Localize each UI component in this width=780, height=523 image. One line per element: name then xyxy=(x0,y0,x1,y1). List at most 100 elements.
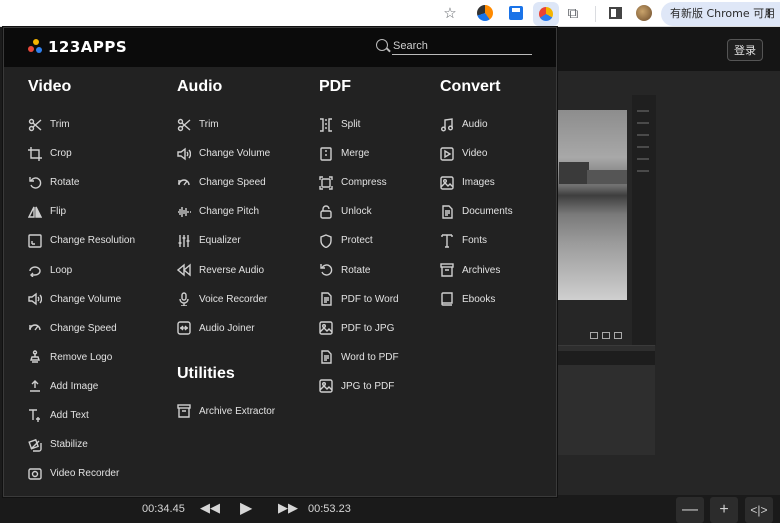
playback-bar xyxy=(0,495,780,523)
video-item-change-resolution[interactable]: Change Resolution xyxy=(28,226,135,255)
video-item-add-text[interactable]: Add Text xyxy=(28,401,135,430)
active-extension-icon[interactable] xyxy=(533,2,559,26)
convert-item-audio[interactable]: Audio xyxy=(440,110,513,139)
menu-item-label: Stabilize xyxy=(50,439,88,451)
caption-control-icon[interactable] xyxy=(602,332,610,339)
menu-item-label: Voice Recorder xyxy=(199,293,268,305)
utilities-title: Utilities xyxy=(177,364,235,382)
convert-item-video[interactable]: Video xyxy=(440,139,513,168)
book-icon xyxy=(440,292,454,306)
video-item-crop[interactable]: Crop xyxy=(28,139,135,168)
document-icon xyxy=(440,205,454,219)
video-item-trim[interactable]: Trim xyxy=(28,110,135,139)
pdf-item-unlock[interactable]: Unlock xyxy=(319,197,399,226)
save-extension-icon[interactable] xyxy=(506,3,526,23)
puzzle-icon[interactable]: ⧉ xyxy=(563,3,583,23)
menu-item-label: Trim xyxy=(50,119,70,131)
crop-control-icon[interactable] xyxy=(590,332,598,339)
menu-item-label: Audio Joiner xyxy=(199,322,255,334)
video-item-loop[interactable]: Loop xyxy=(28,255,135,284)
menu-item-label: Word to PDF xyxy=(341,351,399,363)
more-menu-icon[interactable]: ⋮ xyxy=(763,2,774,26)
video-item-rotate[interactable]: Rotate xyxy=(28,168,135,197)
menu-item-label: Ebooks xyxy=(462,293,496,305)
fast-forward-icon[interactable]: ▶▶ xyxy=(278,500,298,516)
audio-item-change-speed[interactable]: Change Speed xyxy=(177,168,275,197)
stamp-icon xyxy=(28,350,42,364)
audio-item-audio-joiner[interactable]: Audio Joiner xyxy=(177,314,275,343)
audio-item-reverse-audio[interactable]: Reverse Audio xyxy=(177,255,275,284)
pdf-item-protect[interactable]: Protect xyxy=(319,226,399,255)
convert-item-documents[interactable]: Documents xyxy=(440,197,513,226)
pdf-item-rotate[interactable]: Rotate xyxy=(319,255,399,284)
audio-item-equalizer[interactable]: Equalizer xyxy=(177,226,275,255)
video-item-remove-logo[interactable]: Remove Logo xyxy=(28,343,135,372)
audio-item-change-pitch[interactable]: Change Pitch xyxy=(177,197,275,226)
play-icon[interactable]: ▶ xyxy=(240,498,252,518)
video-item-change-volume[interactable]: Change Volume xyxy=(28,285,135,314)
fullscreen-icon[interactable] xyxy=(614,332,622,339)
video-preview[interactable] xyxy=(557,110,627,300)
side-panel-lines xyxy=(637,100,653,182)
microphone-icon xyxy=(177,292,191,307)
profile-avatar[interactable] xyxy=(634,3,654,23)
pdf-item-pdf-to-jpg[interactable]: PDF to JPG xyxy=(319,314,399,343)
utilities-item-archive-extractor[interactable]: Archive Extractor xyxy=(177,397,275,426)
star-icon[interactable]: ☆ xyxy=(440,3,460,23)
pdf-item-word-to-pdf[interactable]: Word to PDF xyxy=(319,343,399,372)
menu-item-label: Unlock xyxy=(341,206,372,218)
archive-icon xyxy=(440,263,454,277)
chrome-update-button[interactable]: 有新版 Chrome 可用 ⋮ xyxy=(661,2,780,26)
menu-item-label: Loop xyxy=(50,264,73,276)
audio-item-voice-recorder[interactable]: Voice Recorder xyxy=(177,285,275,314)
menu-item-label: Change Speed xyxy=(50,322,117,334)
zoom-out-button[interactable]: — xyxy=(676,497,704,523)
convert-column: Convert Audio Video Images Documents Fonts Ar… xyxy=(440,78,513,314)
menu-item-label: Change Volume xyxy=(199,148,271,160)
resolution-icon xyxy=(28,234,42,248)
logo-text: 123APPS xyxy=(48,38,128,56)
video-item-add-image[interactable]: Add Image xyxy=(28,372,135,401)
convert-item-images[interactable]: Images xyxy=(440,168,513,197)
chrome-update-label: 有新版 Chrome 可用 xyxy=(670,7,776,20)
menu-item-label: Equalizer xyxy=(199,235,241,247)
video-item-change-speed[interactable]: Change Speed xyxy=(28,314,135,343)
loop-icon xyxy=(28,263,42,278)
video-item-stabilize[interactable]: Stabilize xyxy=(28,430,135,459)
document-icon xyxy=(319,350,333,364)
total-time: 00:53.23 xyxy=(308,503,351,515)
menu-item-label: Rotate xyxy=(341,264,371,276)
convert-item-archives[interactable]: Archives xyxy=(440,255,513,284)
apps-menu: 123APPS Video Trim Crop Rotate Flip Change R… xyxy=(3,27,557,497)
pdf-item-compress[interactable]: Compress xyxy=(319,168,399,197)
audio-title: Audio xyxy=(177,78,223,95)
menu-item-label: Change Speed xyxy=(199,177,266,189)
video-item-flip[interactable]: Flip xyxy=(28,197,135,226)
pdf-item-pdf-to-word[interactable]: PDF to Word xyxy=(319,285,399,314)
pdf-item-jpg-to-pdf[interactable]: JPG to PDF xyxy=(319,372,399,401)
fit-timeline-button[interactable]: <|> xyxy=(745,497,773,523)
side-panel-icon[interactable] xyxy=(605,3,625,23)
joiner-icon xyxy=(177,321,191,335)
pdf-title: PDF xyxy=(319,78,351,95)
browser-toolbar: ☆ ⧉ 有新版 Chrome 可用 ⋮ xyxy=(0,0,780,27)
rewind-icon[interactable]: ◀◀ xyxy=(200,500,220,516)
convert-item-fonts[interactable]: Fonts xyxy=(440,226,513,255)
image-icon xyxy=(440,176,454,190)
zoom-in-button[interactable]: + xyxy=(710,497,738,523)
volume-icon xyxy=(28,292,42,306)
login-button[interactable]: 登录 xyxy=(727,39,763,61)
audio-item-change-volume[interactable]: Change Volume xyxy=(177,139,275,168)
logo[interactable]: 123APPS xyxy=(28,38,128,56)
pdf-item-split[interactable]: Split xyxy=(319,110,399,139)
search-input[interactable] xyxy=(392,37,532,55)
unlock-icon xyxy=(319,205,333,219)
video-item-video-recorder[interactable]: Video Recorder xyxy=(28,459,135,488)
audio-item-trim[interactable]: Trim xyxy=(177,110,275,139)
convert-title: Convert xyxy=(440,78,501,95)
scissors-icon xyxy=(177,118,191,132)
convert-item-ebooks[interactable]: Ebooks xyxy=(440,285,513,314)
menu-item-label: Video Recorder xyxy=(50,468,120,480)
extension-icon[interactable] xyxy=(475,3,495,23)
pdf-item-merge[interactable]: Merge xyxy=(319,139,399,168)
